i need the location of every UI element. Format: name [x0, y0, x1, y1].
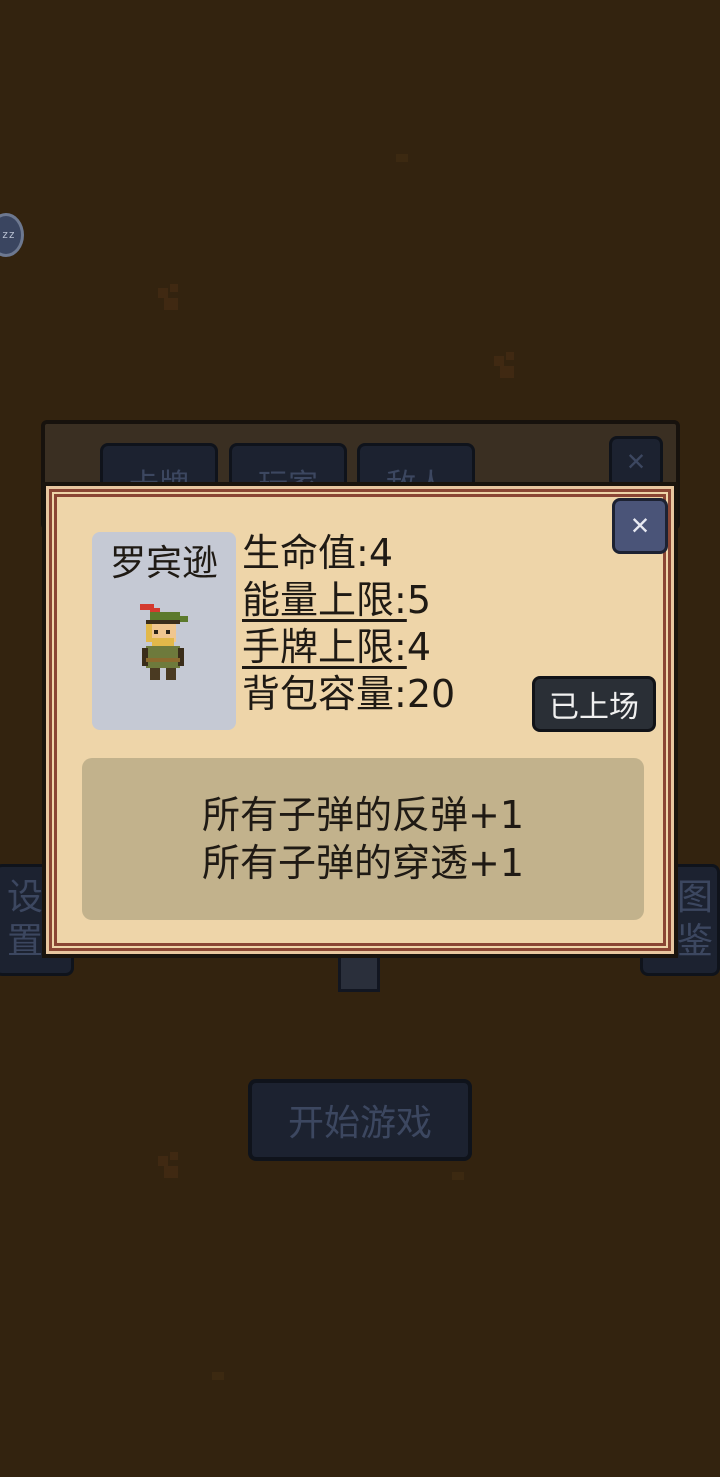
description-line: 所有子弹的反弹+1 [201, 793, 525, 837]
paw-print-decor [154, 282, 184, 312]
stat-backpack: 背包容量: 20 [242, 671, 542, 718]
panel-close-icon[interactable]: ✕ [609, 436, 663, 488]
game-scene: zz 设 置 图 鉴 开始游戏 卡牌 玩家 敌人 ✕ ✕ 罗宾逊 [0, 0, 720, 1477]
settings-label-1: 设 [7, 877, 44, 918]
stat-label: 手牌上限: [242, 625, 407, 669]
paw-print-decor [154, 1150, 184, 1180]
stat-hp: 生命值: 4 [242, 530, 542, 577]
character-portrait: 罗宾逊 [92, 532, 236, 730]
stat-energy-cap: 能量上限: 5 [242, 577, 542, 624]
sleep-badge[interactable]: zz [0, 213, 24, 257]
grass-decor [396, 154, 408, 162]
start-game-button[interactable]: 开始游戏 [248, 1079, 472, 1161]
paw-print-decor [490, 350, 520, 380]
grass-decor [452, 1172, 464, 1180]
stat-label: 能量上限: [242, 578, 407, 622]
character-detail-dialog: ✕ 罗宾逊 生命值: 4 能量上限: 5 手牌上限: 4 背包容量: 20 已上… [42, 482, 678, 958]
stat-value: 5 [406, 578, 431, 622]
close-icon[interactable]: ✕ [612, 498, 668, 554]
robinson-sprite-icon [140, 604, 188, 680]
stat-value: 4 [406, 625, 431, 669]
panel-stub [338, 954, 380, 992]
ability-description: 所有子弹的反弹+1 所有子弹的穿透+1 [82, 758, 644, 920]
description-line: 所有子弹的穿透+1 [201, 841, 525, 885]
gallery-label-2: 鉴 [677, 921, 714, 962]
character-name: 罗宾逊 [109, 543, 218, 584]
gallery-label-1: 图 [677, 877, 714, 918]
stat-label: 背包容量: [242, 672, 407, 716]
grass-decor [212, 1372, 224, 1380]
deployed-status-button[interactable]: 已上场 [532, 676, 656, 732]
settings-label-2: 置 [7, 921, 44, 962]
character-stats: 生命值: 4 能量上限: 5 手牌上限: 4 背包容量: 20 [242, 530, 542, 718]
stat-value: 4 [368, 531, 393, 575]
stat-value: 20 [406, 672, 456, 716]
stat-hand-cap: 手牌上限: 4 [242, 624, 542, 671]
stat-label: 生命值: [242, 531, 369, 575]
